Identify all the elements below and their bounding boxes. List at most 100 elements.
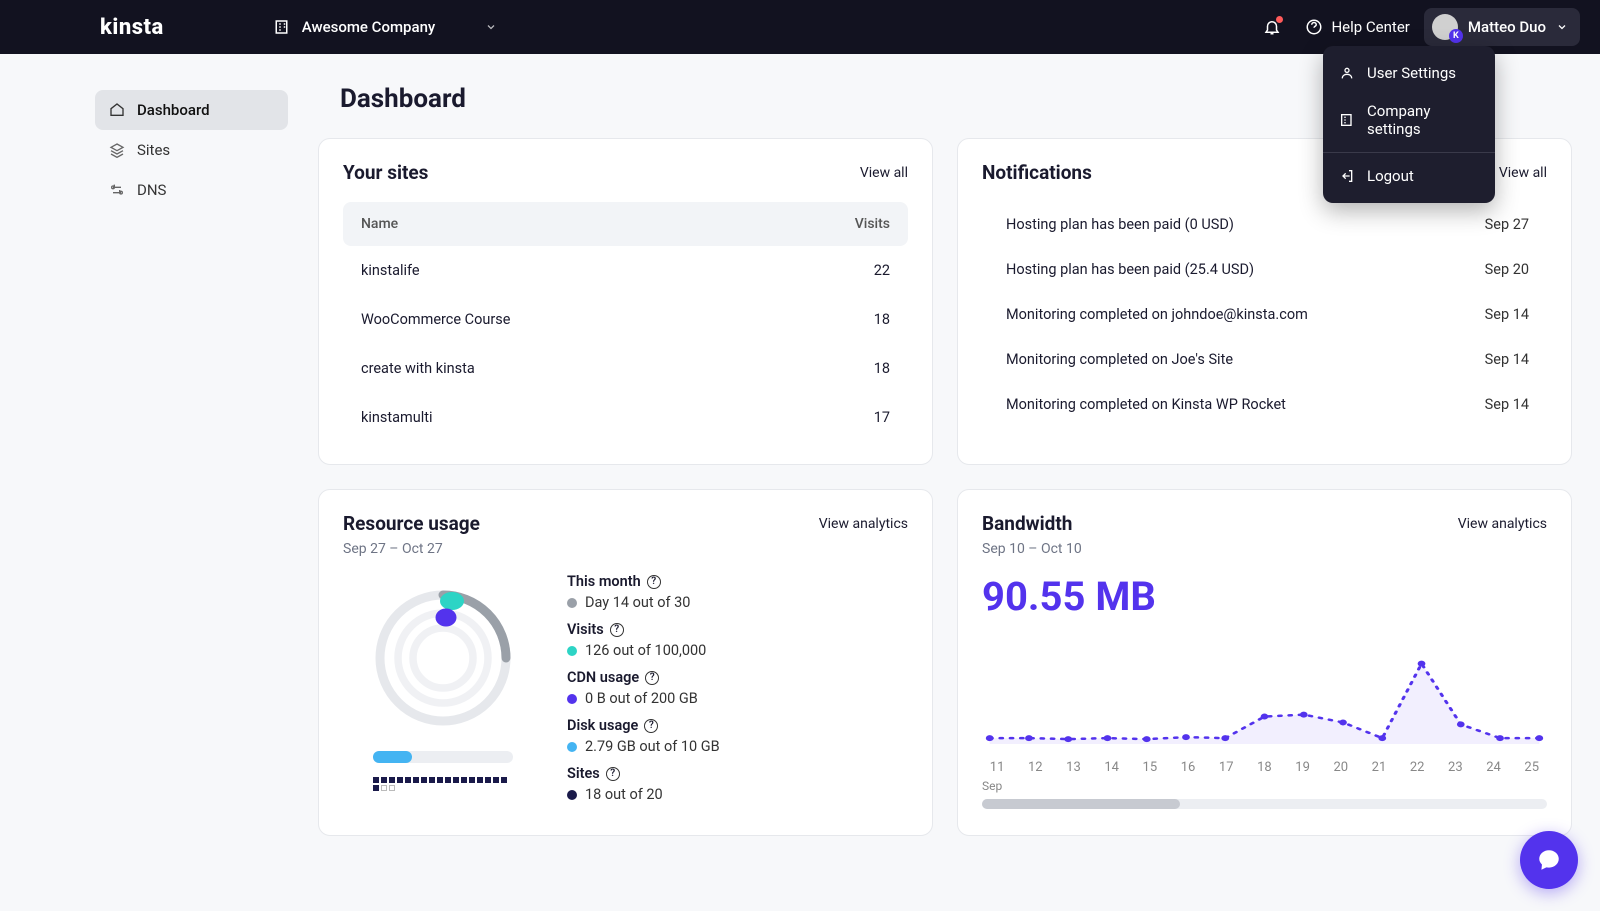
notifications-bell-button[interactable] (1253, 8, 1291, 46)
site-visits: 17 (810, 409, 890, 426)
site-visits: 18 (810, 360, 890, 377)
sites-usage-dots (373, 777, 513, 791)
user-icon (1339, 65, 1355, 81)
dropdown-item-label: Logout (1367, 167, 1414, 185)
info-icon[interactable]: ? (647, 575, 661, 589)
notification-row[interactable]: Hosting plan has been paid (25.4 USD) Se… (982, 247, 1547, 292)
notification-text: Hosting plan has been paid (25.4 USD) (1006, 261, 1449, 278)
resource-range: Sep 27 – Oct 27 (343, 541, 908, 557)
user-name-label: Matteo Duo (1468, 18, 1546, 36)
card-title: Your sites (343, 161, 428, 184)
help-center-link[interactable]: Help Center (1305, 18, 1409, 36)
metric-value-month: Day 14 out of 30 (567, 594, 908, 611)
site-name: kinstamulti (361, 409, 810, 426)
chart-scrollbar[interactable] (982, 799, 1547, 809)
bandwidth-total: 90.55 MB (982, 573, 1547, 620)
metric-label-disk: Disk usage? (567, 717, 908, 734)
notification-date: Sep 14 (1449, 396, 1529, 413)
sidebar-nav: Dashboard Sites DNS (0, 54, 310, 911)
dropdown-logout[interactable]: Logout (1323, 157, 1495, 195)
brand-logo: kinsta (100, 15, 164, 40)
notification-text: Hosting plan has been paid (0 USD) (1006, 216, 1449, 233)
user-dropdown-menu: User Settings Company settings Logout (1323, 46, 1495, 203)
bandwidth-range: Sep 10 – Oct 10 (982, 541, 1547, 557)
sidebar-item-dashboard[interactable]: Dashboard (95, 90, 288, 130)
view-analytics-link[interactable]: View analytics (1458, 516, 1547, 532)
info-icon[interactable]: ? (644, 719, 658, 733)
notification-row[interactable]: Hosting plan has been paid (0 USD) Sep 2… (982, 202, 1547, 247)
info-icon[interactable]: ? (610, 623, 624, 637)
avatar (1432, 14, 1458, 40)
chat-fab-button[interactable] (1520, 831, 1578, 889)
card-bandwidth: Bandwidth View analytics Sep 10 – Oct 10… (957, 489, 1572, 836)
user-menu-trigger[interactable]: Matteo Duo (1424, 8, 1580, 46)
chat-icon (1536, 847, 1562, 873)
notification-date: Sep 20 (1449, 261, 1529, 278)
card-your-sites: Your sites View all Name Visits kinstali… (318, 138, 933, 465)
home-icon (109, 102, 125, 118)
site-visits: 18 (810, 311, 890, 328)
company-switcher[interactable]: Awesome Company (274, 18, 498, 36)
notification-row[interactable]: Monitoring completed on Kinsta WP Rocket… (982, 382, 1547, 427)
dns-icon (109, 182, 125, 198)
help-circle-icon (1305, 18, 1323, 36)
resource-donut-chart (368, 583, 518, 733)
metric-label-visits: Visits? (567, 621, 908, 638)
table-row[interactable]: create with kinsta 18 (343, 344, 908, 393)
notification-date: Sep 14 (1449, 306, 1529, 323)
metric-value-visits: 126 out of 100,000 (567, 642, 908, 659)
table-row[interactable]: WooCommerce Course 18 (343, 295, 908, 344)
dropdown-divider (1323, 152, 1495, 153)
sidebar-item-label: Sites (137, 141, 170, 159)
sites-table-header: Name Visits (343, 202, 908, 246)
view-all-notifications-link[interactable]: View all (1499, 165, 1547, 181)
bandwidth-x-axis-month: Sep (982, 779, 1547, 793)
column-header-visits: Visits (810, 216, 890, 232)
info-icon[interactable]: ? (606, 767, 620, 781)
company-name-label: Awesome Company (302, 18, 436, 36)
info-icon[interactable]: ? (645, 671, 659, 685)
notification-row[interactable]: Monitoring completed on johndoe@kinsta.c… (982, 292, 1547, 337)
help-center-label: Help Center (1331, 18, 1409, 36)
card-resource-usage: Resource usage View analytics Sep 27 – O… (318, 489, 933, 836)
notification-row[interactable]: Monitoring completed on Joe's Site Sep 1… (982, 337, 1547, 382)
site-name: WooCommerce Course (361, 311, 810, 328)
notification-text: Monitoring completed on johndoe@kinsta.c… (1006, 306, 1449, 323)
site-name: create with kinsta (361, 360, 810, 377)
metric-label-cdn: CDN usage? (567, 669, 908, 686)
site-name: kinstalife (361, 262, 810, 279)
sidebar-item-dns[interactable]: DNS (95, 170, 288, 210)
metric-label-sites: Sites? (567, 765, 908, 782)
table-row[interactable]: kinstalife 22 (343, 246, 908, 295)
building-icon (274, 18, 292, 36)
notification-badge-dot (1276, 16, 1283, 23)
card-title: Notifications (982, 161, 1092, 184)
building-icon (1339, 112, 1355, 128)
notification-date: Sep 27 (1449, 216, 1529, 233)
notification-text: Monitoring completed on Joe's Site (1006, 351, 1449, 368)
metric-value-sites: 18 out of 20 (567, 786, 908, 803)
disk-usage-bar (373, 751, 513, 763)
site-visits: 22 (810, 262, 890, 279)
column-header-name: Name (361, 216, 810, 232)
view-analytics-link[interactable]: View analytics (819, 516, 908, 532)
metric-value-cdn: 0 B out of 200 GB (567, 690, 908, 707)
bandwidth-line-chart (982, 640, 1547, 750)
bandwidth-x-axis: 111213141516171819202122232425 (982, 760, 1547, 775)
metric-value-disk: 2.79 GB out of 10 GB (567, 738, 908, 755)
notification-text: Monitoring completed on Kinsta WP Rocket (1006, 396, 1449, 413)
sidebar-item-sites[interactable]: Sites (95, 130, 288, 170)
view-all-sites-link[interactable]: View all (860, 165, 908, 181)
resource-donut-wrap (343, 573, 543, 813)
sidebar-item-label: DNS (137, 181, 166, 199)
chevron-down-icon (485, 21, 497, 33)
sidebar-item-label: Dashboard (137, 101, 210, 119)
logout-icon (1339, 168, 1355, 184)
table-row[interactable]: kinstamulti 17 (343, 393, 908, 442)
dropdown-item-label: Company settings (1367, 102, 1479, 138)
card-title: Bandwidth (982, 512, 1072, 535)
dropdown-company-settings[interactable]: Company settings (1323, 92, 1495, 148)
dropdown-user-settings[interactable]: User Settings (1323, 54, 1495, 92)
card-title: Resource usage (343, 512, 480, 535)
chevron-down-icon (1556, 21, 1568, 33)
